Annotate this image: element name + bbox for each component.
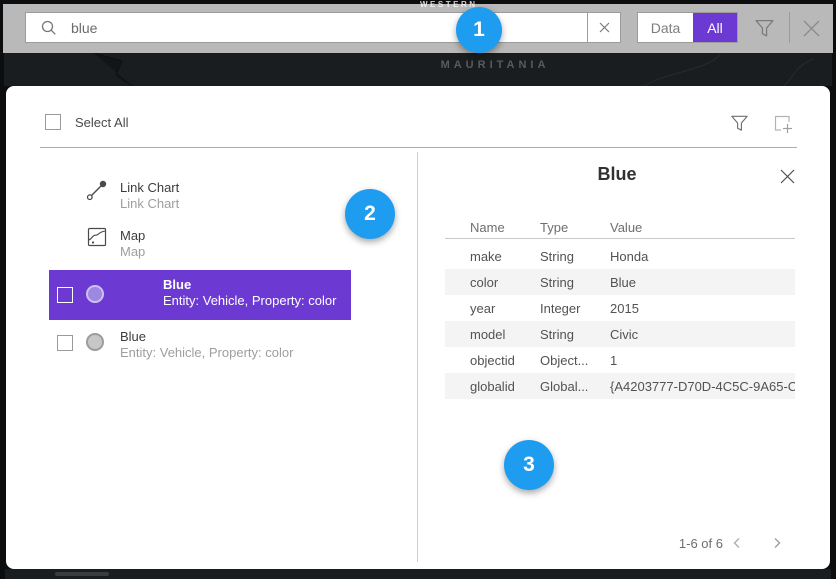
cell-name: objectid (470, 353, 540, 368)
add-to-selection-icon (771, 112, 794, 135)
results-filter-button[interactable] (726, 110, 752, 136)
table-row: model String Civic (445, 321, 795, 347)
scope-data-button[interactable]: Data (638, 13, 693, 42)
result-item-subtitle: Link Chart (120, 196, 179, 211)
cell-name: make (470, 249, 540, 264)
clear-search-button[interactable] (587, 13, 620, 42)
cell-name: globalid (470, 379, 540, 394)
select-all-checkbox[interactable] (45, 114, 61, 130)
column-header: Name (470, 220, 540, 235)
cell-type: Object... (540, 353, 610, 368)
cell-name: color (470, 275, 540, 290)
table-header-divider (445, 238, 795, 239)
cell-value: 1 (610, 353, 795, 368)
result-item-subtitle: Map (120, 244, 145, 259)
column-header: Value (610, 220, 795, 235)
chevron-left-icon (730, 536, 744, 550)
pagination-label: 1-6 of 6 (623, 536, 723, 551)
cell-type: Integer (540, 301, 610, 316)
table-row: make String Honda (445, 243, 795, 269)
chevron-right-icon (770, 536, 784, 550)
column-header: Type (540, 220, 610, 235)
result-item-title[interactable]: Blue (163, 277, 191, 292)
funnel-icon (753, 17, 776, 40)
details-title: Blue (439, 164, 795, 185)
cell-type: String (540, 275, 610, 290)
result-item-subtitle: Entity: Vehicle, Property: color (163, 293, 336, 308)
cell-value: Honda (610, 249, 795, 264)
cell-name: year (470, 301, 540, 316)
close-search-button[interactable] (796, 14, 826, 42)
callout-badge-1: 1 (456, 7, 502, 53)
scope-toggle: Data All (637, 12, 738, 43)
map-label-smudge (55, 572, 109, 576)
select-all-label: Select All (75, 115, 128, 130)
search-box[interactable] (25, 12, 621, 43)
result-item-title[interactable]: Blue (120, 329, 146, 344)
filter-button[interactable] (749, 15, 779, 42)
item-checkbox[interactable] (57, 335, 73, 351)
search-results-panel: Select All Link Chart Link Chart Map Map… (6, 86, 830, 569)
table-row: color String Blue (445, 269, 795, 295)
search-toolbar: WESTERN Data All (3, 4, 833, 53)
details-close-button[interactable] (775, 164, 799, 188)
cell-value: {A4203777-D70D-4C5C-9A65-C... (610, 379, 795, 394)
cell-type: String (540, 327, 610, 342)
result-item-subtitle: Entity: Vehicle, Property: color (120, 345, 293, 360)
search-icon (40, 19, 58, 37)
attribute-table: Name Type Value make String Honda color … (445, 216, 795, 399)
entity-circle-icon (86, 285, 104, 303)
next-page-button[interactable] (768, 534, 786, 552)
panel-vertical-divider (417, 152, 418, 562)
item-checkbox[interactable] (57, 287, 73, 303)
map-background-bottom (5, 569, 831, 579)
cell-type: String (540, 249, 610, 264)
cell-value: Blue (610, 275, 795, 290)
cell-value: Civic (610, 327, 795, 342)
map-label-western: WESTERN (420, 0, 478, 9)
callout-badge-3: 3 (504, 440, 554, 490)
cell-type: Global... (540, 379, 610, 394)
cell-name: model (470, 327, 540, 342)
callout-badge-2: 2 (345, 189, 395, 239)
result-item-title[interactable]: Map (120, 228, 145, 243)
table-row: year Integer 2015 (445, 295, 795, 321)
add-to-selection-button[interactable] (768, 110, 796, 136)
result-item-title[interactable]: Link Chart (120, 180, 179, 195)
table-row: globalid Global... {A4203777-D70D-4C5C-9… (445, 373, 795, 399)
map-label-mauritania: MAURITANIA (380, 59, 610, 71)
previous-page-button[interactable] (728, 534, 746, 552)
table-row: objectid Object... 1 (445, 347, 795, 373)
scope-all-button[interactable]: All (693, 13, 737, 42)
result-item-selected[interactable]: Blue Entity: Vehicle, Property: color (49, 270, 351, 320)
entity-circle-icon (86, 333, 104, 351)
panel-header-divider (40, 147, 797, 148)
map-background: MAURITANIA (4, 53, 832, 86)
map-icon (87, 227, 107, 247)
search-input[interactable] (71, 20, 587, 36)
toolbar-divider (789, 12, 790, 43)
x-icon (801, 18, 822, 39)
attribute-table-header: Name Type Value (445, 216, 795, 238)
cell-value: 2015 (610, 301, 795, 316)
link-chart-icon (85, 178, 109, 202)
x-icon (779, 168, 796, 185)
funnel-icon (729, 113, 750, 134)
x-icon (598, 21, 611, 34)
